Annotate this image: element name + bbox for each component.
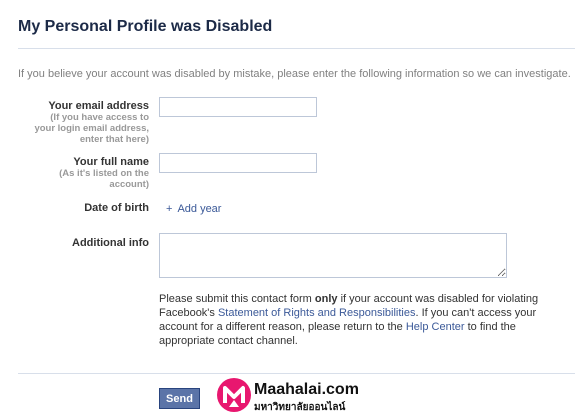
fullname-label-group: Your full name (As it's listed on the ac… — [59, 156, 149, 190]
email-hint-2: your login email address, — [34, 123, 149, 134]
help-center-link[interactable]: Help Center — [406, 321, 465, 333]
dob-label: Date of birth — [84, 202, 149, 214]
bottom-divider — [18, 373, 575, 374]
email-hint-1: (If you have access to — [50, 112, 149, 123]
watermark-logo-icon — [217, 378, 251, 412]
page-title: My Personal Profile was Disabled — [18, 18, 273, 35]
add-year-label: Add year — [177, 203, 222, 215]
additional-info-textarea[interactable] — [159, 233, 507, 278]
intro-text: If you believe your account was disabled… — [18, 68, 571, 80]
plus-icon: + — [166, 203, 173, 215]
fullname-hint-2: account) — [109, 179, 149, 190]
watermark-name: Maahalai.com — [254, 381, 359, 398]
email-label: Your email address — [48, 100, 149, 112]
fullname-label: Your full name — [73, 156, 149, 168]
email-label-group: Your email address (If you have access t… — [34, 100, 149, 145]
fullname-hint-1: (As it's listed on the — [59, 168, 149, 179]
notice-bold: only — [314, 293, 338, 305]
email-hint-3: enter that here) — [79, 134, 149, 145]
watermark-tagline: มหาวิทยาลัยออนไลน์ — [254, 402, 346, 413]
title-divider — [18, 48, 575, 49]
notice-text: Please submit this contact form only if … — [159, 292, 539, 348]
fullname-field[interactable] — [159, 153, 317, 173]
additional-info-label: Additional info — [72, 237, 149, 249]
add-year-link[interactable]: + Add year — [166, 203, 221, 215]
email-field[interactable] — [159, 97, 317, 117]
statement-of-rights-link[interactable]: Statement of Rights and Responsibilities — [218, 307, 416, 319]
watermark: Maahalai.com มหาวิทยาลัยออนไลน์ — [217, 377, 359, 415]
send-button[interactable]: Send — [159, 388, 200, 409]
m-logo-icon — [223, 386, 245, 407]
notice-part-1: Please submit this contact form — [159, 293, 315, 305]
